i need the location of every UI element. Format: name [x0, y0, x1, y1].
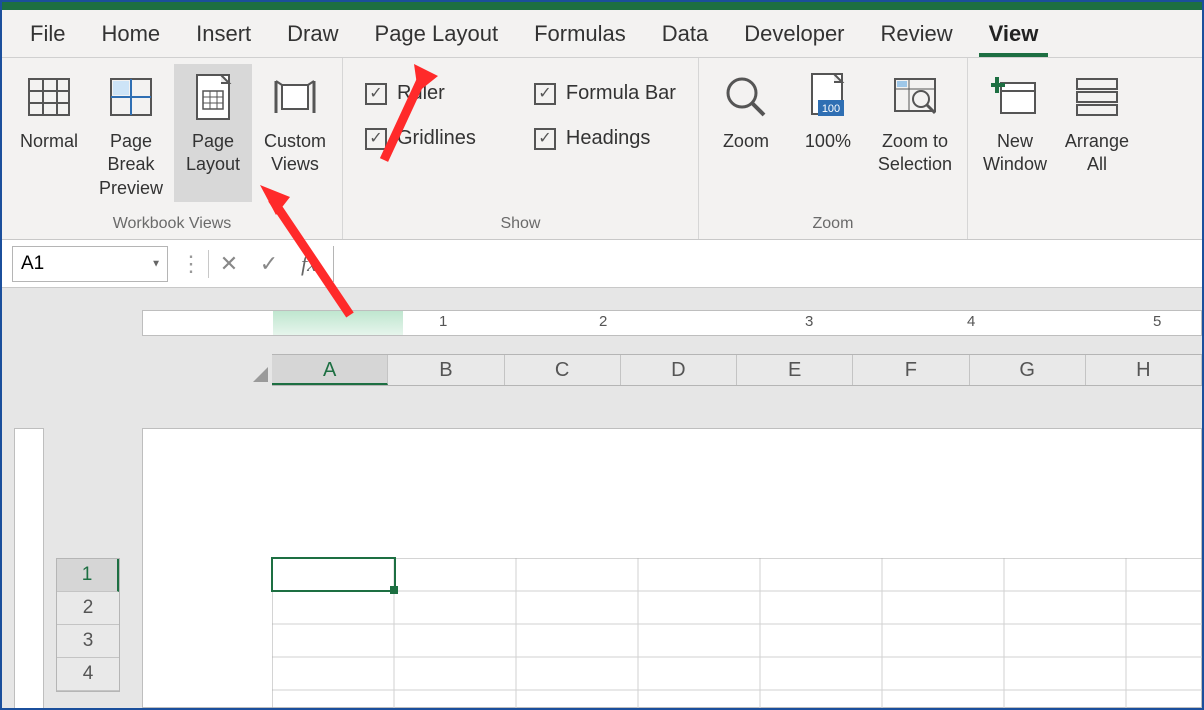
ribbon-tabs: File Home Insert Draw Page Layout Formul… — [2, 10, 1202, 58]
column-headers: A B C D E F G H — [272, 354, 1202, 386]
row-header-4[interactable]: 4 — [57, 658, 119, 691]
ruler-mark: 2 — [599, 313, 607, 330]
svg-text:100: 100 — [822, 103, 840, 115]
group-show: ✓ Ruler ✓ Gridlines ✓ Formula Bar ✓ — [343, 58, 699, 239]
gridlines-checkbox-label: Gridlines — [397, 127, 476, 150]
row-header-1[interactable]: 1 — [57, 559, 119, 592]
checkbox-icon: ✓ — [365, 128, 387, 150]
tab-draw[interactable]: Draw — [269, 15, 356, 53]
column-header-f[interactable]: F — [853, 355, 969, 385]
page-break-preview-icon — [109, 70, 153, 124]
arrange-all-icon — [1073, 70, 1121, 124]
group-show-label: Show — [500, 211, 540, 235]
checkbox-icon: ✓ — [534, 128, 556, 150]
checkbox-icon: ✓ — [534, 83, 556, 105]
gridlines — [272, 558, 1202, 708]
gridlines-checkbox[interactable]: ✓ Gridlines — [365, 127, 476, 150]
page-layout-button[interactable]: Page Layout — [174, 64, 252, 202]
formula-bar-row: A1 ▼ ⋮ ✕ ✓ fx — [2, 240, 1202, 288]
group-workbook-views: Normal Page Break Preview Page Layout — [2, 58, 343, 239]
tab-file[interactable]: File — [12, 15, 83, 53]
ruler-mark: 4 — [967, 313, 975, 330]
group-zoom: Zoom 100 100% Zoom to Selection Zoom — [699, 58, 968, 239]
column-header-c[interactable]: C — [505, 355, 621, 385]
ruler-mark: 3 — [805, 313, 813, 330]
tab-developer[interactable]: Developer — [726, 15, 862, 53]
column-header-g[interactable]: G — [970, 355, 1086, 385]
zoom-100-label: 100% — [805, 130, 851, 153]
zoom-100-button[interactable]: 100 100% — [789, 64, 867, 202]
row-headers: 1 2 3 4 — [56, 558, 120, 692]
cancel-formula-button[interactable]: ✕ — [209, 251, 249, 277]
column-header-a[interactable]: A — [272, 355, 388, 385]
checkbox-icon: ✓ — [365, 83, 387, 105]
name-box[interactable]: A1 ▼ — [12, 246, 168, 282]
tab-formulas[interactable]: Formulas — [516, 15, 644, 53]
page-layout-icon — [193, 70, 233, 124]
normal-view-icon — [27, 70, 71, 124]
normal-view-button[interactable]: Normal — [10, 64, 88, 202]
tab-data[interactable]: Data — [644, 15, 726, 53]
title-bar-strip — [2, 2, 1202, 10]
ruler-mark: 5 — [1153, 313, 1161, 330]
page-break-preview-label: Page Break Preview — [92, 130, 170, 200]
headings-checkbox-label: Headings — [566, 127, 651, 150]
tab-review[interactable]: Review — [863, 15, 971, 53]
column-header-b[interactable]: B — [388, 355, 504, 385]
ruler-checkbox-label: Ruler — [397, 82, 445, 105]
new-window-button[interactable]: New Window — [976, 64, 1054, 202]
zoom-to-selection-button[interactable]: Zoom to Selection — [871, 64, 959, 202]
group-window: New Window Arrange All — [968, 58, 1144, 239]
horizontal-ruler[interactable]: 1 2 3 4 5 — [142, 310, 1202, 336]
page-break-preview-button[interactable]: Page Break Preview — [92, 64, 170, 202]
zoom-100-icon: 100 — [804, 70, 852, 124]
insert-function-button[interactable]: fx — [289, 251, 329, 277]
formula-bar-checkbox[interactable]: ✓ Formula Bar — [534, 82, 676, 105]
active-cell-cursor[interactable] — [271, 557, 396, 592]
page-layout-label: Page Layout — [186, 130, 240, 177]
dropdown-icon: ▼ — [151, 258, 161, 269]
tab-view[interactable]: View — [971, 15, 1057, 53]
formula-bar-input[interactable] — [333, 246, 1202, 282]
zoom-icon — [722, 70, 770, 124]
group-zoom-label: Zoom — [813, 211, 854, 235]
tab-page-layout[interactable]: Page Layout — [357, 15, 517, 53]
column-header-e[interactable]: E — [737, 355, 853, 385]
ribbon: Normal Page Break Preview Page Layout — [2, 58, 1202, 240]
column-header-h[interactable]: H — [1086, 355, 1202, 385]
group-workbook-views-label: Workbook Views — [113, 211, 232, 235]
vertical-ruler[interactable] — [14, 428, 44, 708]
zoom-to-selection-icon — [891, 70, 939, 124]
zoom-label: Zoom — [723, 130, 769, 153]
separator-icon: ⋮ — [174, 251, 208, 277]
new-window-icon — [991, 70, 1039, 124]
custom-views-label: Custom Views — [264, 130, 326, 177]
custom-views-button[interactable]: Custom Views — [256, 64, 334, 202]
fill-handle[interactable] — [390, 586, 398, 594]
worksheet-area: 1 2 3 4 5 A B C D E F G H 1 2 3 — [2, 288, 1202, 708]
custom-views-icon — [270, 70, 320, 124]
tab-insert[interactable]: Insert — [178, 15, 269, 53]
name-box-value: A1 — [21, 253, 44, 275]
select-all-button[interactable] — [242, 354, 272, 386]
column-header-d[interactable]: D — [621, 355, 737, 385]
formula-bar-checkbox-label: Formula Bar — [566, 82, 676, 105]
normal-view-label: Normal — [20, 130, 78, 153]
row-header-3[interactable]: 3 — [57, 625, 119, 658]
ruler-mark: 1 — [439, 313, 447, 330]
arrange-all-label: Arrange All — [1065, 130, 1129, 177]
row-header-2[interactable]: 2 — [57, 592, 119, 625]
new-window-label: New Window — [983, 130, 1047, 177]
enter-formula-button[interactable]: ✓ — [249, 251, 289, 277]
tab-home[interactable]: Home — [83, 15, 178, 53]
ruler-checkbox[interactable]: ✓ Ruler — [365, 82, 476, 105]
arrange-all-button[interactable]: Arrange All — [1058, 64, 1136, 202]
headings-checkbox[interactable]: ✓ Headings — [534, 127, 676, 150]
zoom-button[interactable]: Zoom — [707, 64, 785, 202]
group-window-label — [1054, 211, 1058, 235]
zoom-to-selection-label: Zoom to Selection — [878, 130, 952, 177]
